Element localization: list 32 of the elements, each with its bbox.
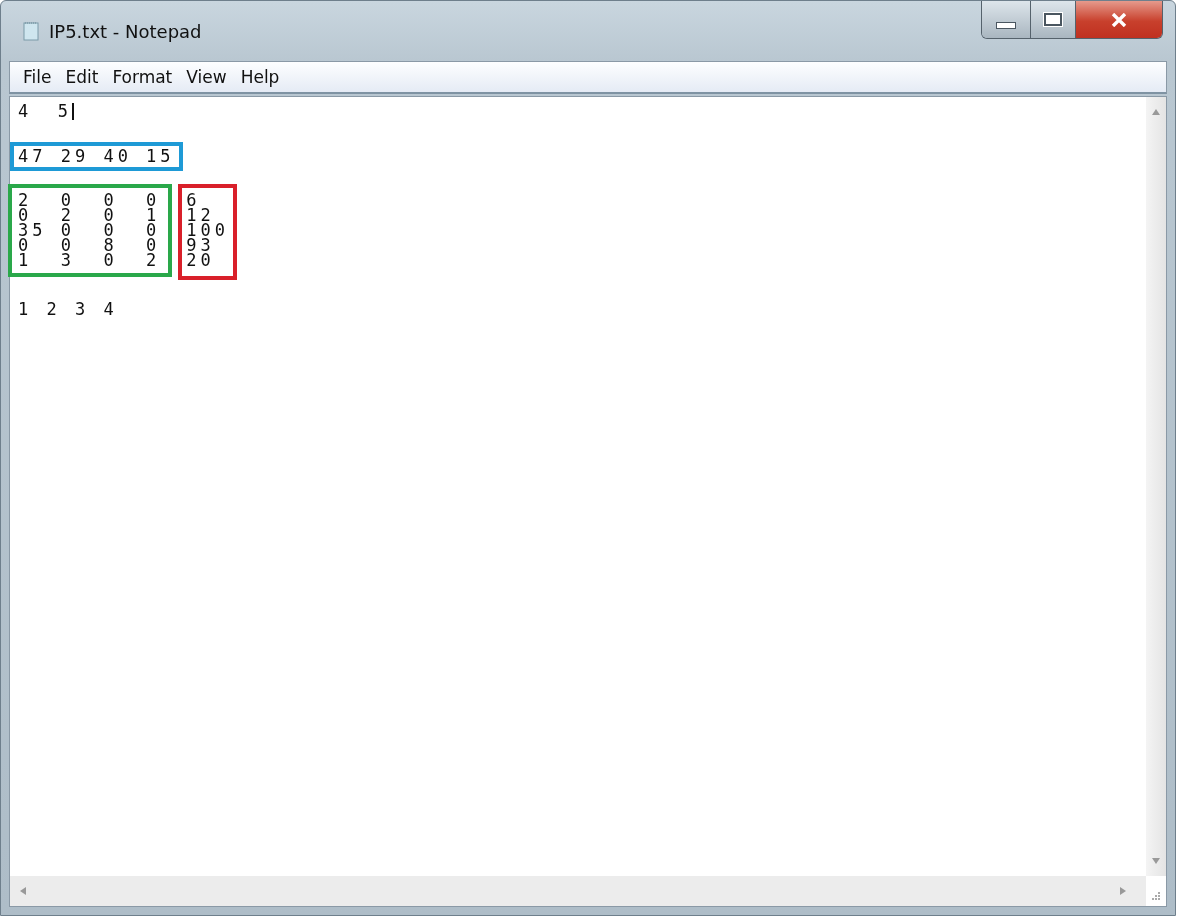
menu-item[interactable]: File (16, 63, 59, 91)
text-line: 1 2 3 4 (18, 302, 118, 317)
minimize-button[interactable] (982, 1, 1030, 38)
text-line: 20 (186, 253, 215, 268)
scroll-down-icon[interactable] (1152, 858, 1160, 864)
menu-item[interactable]: Format (105, 63, 180, 91)
text-line: 2 0 0 0 (18, 193, 161, 208)
text-line: 0 0 8 0 (18, 238, 161, 253)
menu-item[interactable]: View (179, 63, 234, 91)
text-line: 4 5 (18, 104, 71, 119)
text-line: 100 (186, 223, 230, 238)
text-line: 1 3 0 2 (18, 253, 161, 268)
scroll-up-icon[interactable] (1152, 109, 1160, 115)
text-line: 6 (186, 193, 201, 208)
window-title: IP5.txt - Notepad (49, 20, 202, 42)
text-line: 47 29 40 15 (18, 149, 175, 164)
close-icon (1111, 12, 1127, 27)
close-button[interactable] (1075, 1, 1162, 38)
horizontal-scrollbar[interactable] (10, 876, 1146, 906)
text-line: 35 0 0 0 (18, 223, 161, 238)
maximize-button[interactable] (1030, 1, 1075, 38)
text-line: 12 (186, 208, 215, 223)
menu-item[interactable]: Help (233, 63, 287, 91)
text-line: 0 2 0 1 (18, 208, 161, 223)
text-line: 93 (186, 238, 215, 253)
resize-grip-icon[interactable] (1151, 891, 1161, 901)
menu-item[interactable]: Edit (58, 63, 106, 91)
vertical-scrollbar[interactable] (1146, 97, 1166, 876)
notepad-icon (23, 21, 39, 41)
scroll-right-icon[interactable] (1120, 887, 1126, 895)
text-cursor (71, 103, 74, 120)
scroll-left-icon[interactable] (20, 887, 26, 895)
